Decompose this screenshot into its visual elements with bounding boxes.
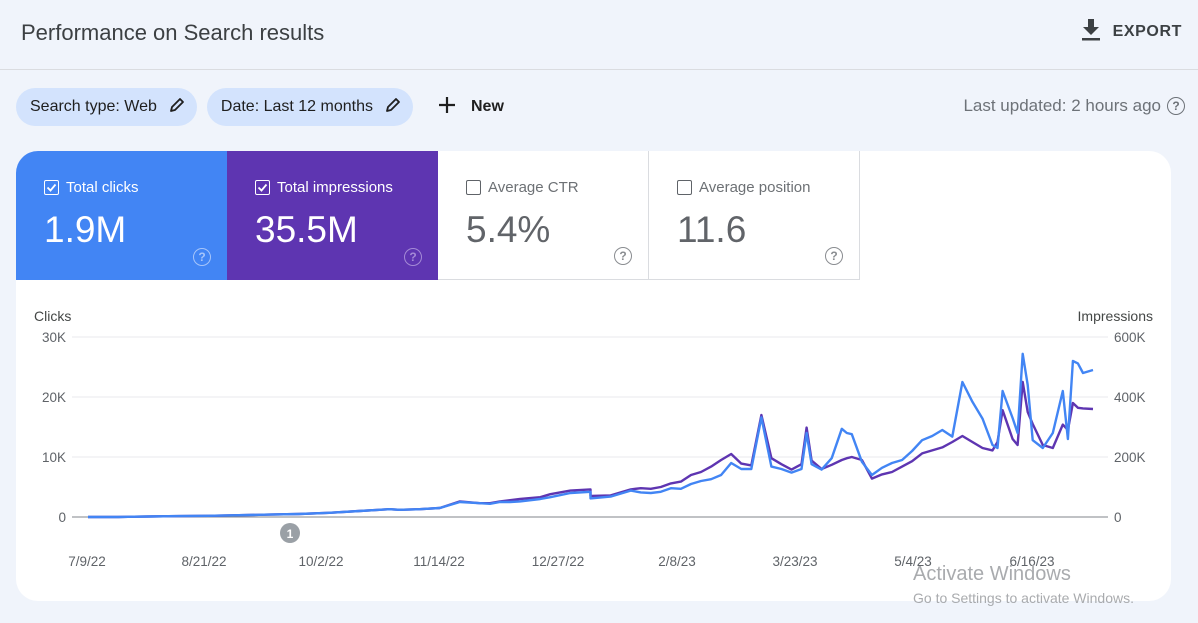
export-button[interactable]: EXPORT xyxy=(1081,18,1182,46)
checkbox-checked-icon[interactable] xyxy=(255,180,270,195)
export-label: EXPORT xyxy=(1112,23,1182,40)
x-axis-tick-label: 6/16/23 xyxy=(1009,554,1054,569)
metric-value: 5.4% xyxy=(466,209,551,250)
plus-icon xyxy=(437,95,457,120)
checkbox-unchecked-icon[interactable] xyxy=(466,180,481,195)
metric-tabs: Total clicks 1.9M ? Total impressions 35… xyxy=(16,151,860,280)
help-icon[interactable]: ? xyxy=(825,247,843,265)
download-icon xyxy=(1081,18,1101,46)
metric-value: 35.5M xyxy=(255,209,358,250)
metric-average-ctr[interactable]: Average CTR 5.4% ? xyxy=(438,151,649,280)
edit-pencil-icon xyxy=(169,97,185,118)
chip-label: Search type: Web xyxy=(30,98,157,115)
last-updated-text: Last updated: 2 hours ago xyxy=(963,96,1161,115)
metric-label: Average CTR xyxy=(488,179,579,196)
performance-card: Total clicks 1.9M ? Total impressions 35… xyxy=(16,151,1171,601)
metric-total-clicks[interactable]: Total clicks 1.9M ? xyxy=(16,151,227,280)
new-filter-label: New xyxy=(470,98,504,115)
right-axis-tick-label: 600K xyxy=(1114,330,1146,345)
left-axis-tick-label: 20K xyxy=(42,390,66,405)
left-axis-title: Clicks xyxy=(34,308,71,324)
x-axis-tick-label: 5/4/23 xyxy=(894,554,932,569)
page-header: Performance on Search results EXPORT xyxy=(0,0,1198,70)
metric-value: 11.6 xyxy=(677,209,747,250)
new-filter-button[interactable]: New xyxy=(437,95,504,120)
performance-chart: 0 10K 20K 30K 0 200K 400K 600K 7/9/22 8/21/22 10… xyxy=(16,280,1171,601)
left-axis-tick-label: 10K xyxy=(42,450,66,465)
left-axis-tick-label: 30K xyxy=(42,330,66,345)
metric-label: Average position xyxy=(699,179,811,196)
help-icon[interactable]: ? xyxy=(614,247,632,265)
search-type-filter-chip[interactable]: Search type: Web xyxy=(16,88,197,126)
annotation-label: 1 xyxy=(287,527,294,541)
metric-value: 1.9M xyxy=(44,209,127,250)
x-axis-tick-label: 8/21/22 xyxy=(181,554,226,569)
last-updated: Last updated: 2 hours ago ? xyxy=(963,96,1185,116)
series-line-clicks xyxy=(88,352,1094,519)
annotation-marker[interactable]: 1 xyxy=(280,523,301,543)
edit-pencil-icon xyxy=(385,97,401,118)
x-axis-tick-label: 7/9/22 xyxy=(68,554,106,569)
metric-label: Total impressions xyxy=(277,179,393,196)
chip-label: Date: Last 12 months xyxy=(220,98,373,115)
metric-average-position[interactable]: Average position 11.6 ? xyxy=(649,151,860,280)
page-title: Performance on Search results xyxy=(21,20,325,45)
metric-label: Total clicks xyxy=(66,179,139,196)
help-icon[interactable]: ? xyxy=(1167,97,1185,115)
metric-total-impressions[interactable]: Total impressions 35.5M ? xyxy=(227,151,438,280)
x-axis-tick-label: 12/27/22 xyxy=(532,554,585,569)
x-axis-tick-label: 2/8/23 xyxy=(658,554,696,569)
left-axis-tick-label: 0 xyxy=(58,510,66,525)
right-axis-tick-label: 0 xyxy=(1114,510,1122,525)
x-axis-tick-label: 3/23/23 xyxy=(772,554,817,569)
filter-bar: Search type: Web Date: Last 12 months Ne… xyxy=(16,88,504,126)
date-filter-chip[interactable]: Date: Last 12 months xyxy=(206,88,413,126)
chart-svg: 0 10K 20K 30K 0 200K 400K 600K 7/9/22 8/21/22 10… xyxy=(34,308,1153,569)
right-axis-tick-label: 200K xyxy=(1114,450,1146,465)
right-axis-title: Impressions xyxy=(1078,308,1153,324)
checkbox-unchecked-icon[interactable] xyxy=(677,180,692,195)
x-axis-tick-label: 11/14/22 xyxy=(413,554,465,569)
help-icon[interactable]: ? xyxy=(193,248,211,266)
x-axis-tick-label: 10/2/22 xyxy=(298,554,343,569)
help-icon[interactable]: ? xyxy=(404,248,422,266)
checkbox-checked-icon[interactable] xyxy=(44,180,59,195)
right-axis-tick-label: 400K xyxy=(1114,390,1146,405)
